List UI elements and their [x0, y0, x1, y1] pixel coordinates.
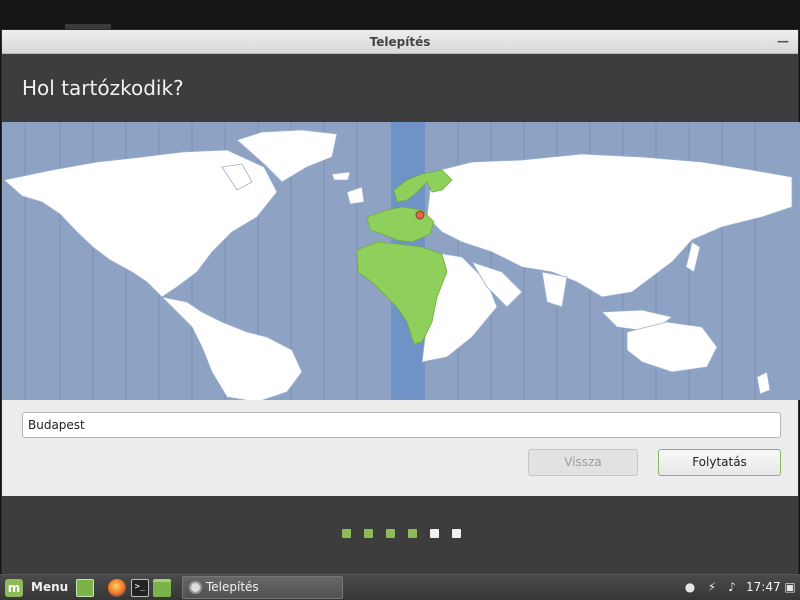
header-band: Hol tartózkodik?: [2, 54, 798, 122]
installer-disc-icon: [189, 581, 202, 594]
progress-step-2: [364, 529, 373, 538]
timezone-search-input[interactable]: Budapest: [22, 412, 781, 438]
controls-area: Budapest Vissza Folytatás: [2, 400, 798, 496]
volume-icon[interactable]: ♪: [725, 580, 739, 594]
progress-step-3: [386, 529, 395, 538]
continue-button[interactable]: Folytatás: [658, 449, 781, 476]
progress-step-5: [430, 529, 439, 538]
timezone-map[interactable]: [2, 122, 800, 400]
user-icon[interactable]: ●: [683, 580, 697, 594]
files-folder-icon[interactable]: [153, 579, 171, 597]
window-title: Telepítés: [369, 35, 431, 49]
progress-step-1: [342, 529, 351, 538]
minimize-icon[interactable]: —: [776, 30, 790, 54]
clock[interactable]: 17:47: [746, 580, 781, 594]
terminal-icon[interactable]: >_: [131, 579, 149, 597]
display-icon[interactable]: ▣: [783, 580, 797, 594]
world-map-graphic[interactable]: [2, 122, 800, 400]
firefox-icon[interactable]: [108, 579, 126, 597]
show-desktop-icon[interactable]: [76, 579, 94, 597]
location-pin-icon: [415, 210, 425, 220]
window-titlebar[interactable]: Telepítés —: [2, 30, 798, 54]
back-button[interactable]: Vissza: [528, 449, 638, 476]
page-title: Hol tartózkodik?: [22, 76, 184, 100]
installer-window: Telepítés — Hol tartózkodik? Budapest Vi…: [1, 29, 800, 574]
taskbar: m Menu >_ Telepítés ● ⚡ ♪ 17:47 ▣: [0, 574, 800, 600]
network-icon[interactable]: ⚡: [705, 580, 719, 594]
progress-step-6: [452, 529, 461, 538]
window-list-item-label: Telepítés: [206, 580, 259, 594]
window-list-item-installer[interactable]: Telepítés: [182, 576, 343, 599]
footer-band: [2, 496, 798, 574]
menu-button[interactable]: Menu: [31, 580, 68, 594]
progress-step-4: [408, 529, 417, 538]
mint-menu-icon[interactable]: m: [5, 579, 23, 597]
